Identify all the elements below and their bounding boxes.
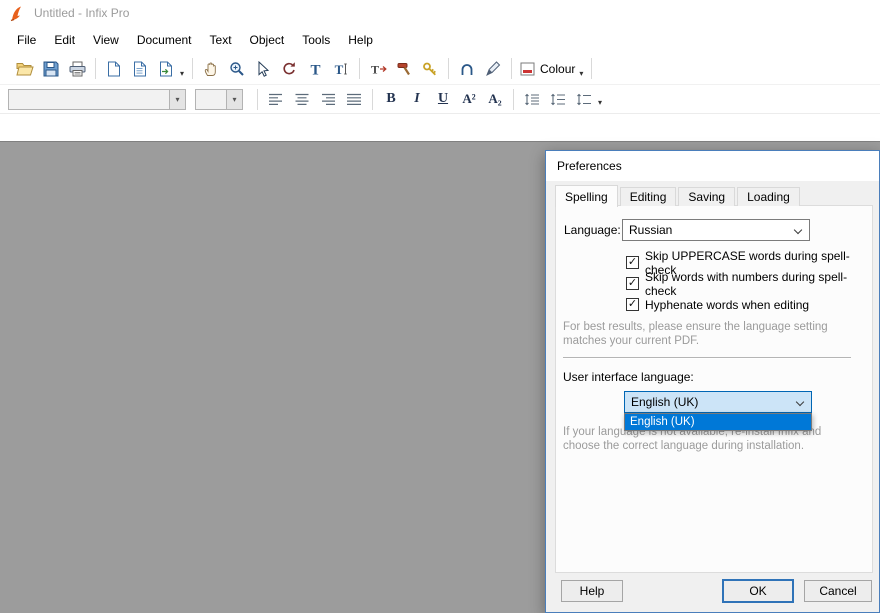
colour-button-label: Colour [540,62,575,76]
chevron-down-icon [794,226,802,234]
menu-file[interactable]: File [8,28,45,52]
menu-tools[interactable]: Tools [293,28,339,52]
format-toolbar: ▾ ▾ B I U A² A₂ ▾ [0,85,880,114]
align-left-icon[interactable] [263,86,289,112]
text-edit-tool-icon[interactable]: T [328,56,354,82]
align-right-icon[interactable] [315,86,341,112]
window-titlebar[interactable]: Untitled - Infix Pro [0,0,880,26]
dialog-title: Preferences [557,159,622,173]
ui-language-value: English (UK) [631,395,698,409]
checkbox-checked-icon[interactable]: ✓ [626,298,639,311]
zoom-tool-icon[interactable] [224,56,250,82]
colour-button[interactable]: Colour [517,56,578,82]
open-recent-icon[interactable] [127,56,153,82]
text-tool-icon[interactable]: T [302,56,328,82]
language-value: Russian [629,223,672,237]
menu-text[interactable]: Text [201,28,241,52]
divider [563,357,851,359]
arc-tool-icon[interactable] [454,56,480,82]
ui-language-dropdown: English (UK) [624,413,812,431]
svg-text:T: T [310,62,320,77]
toolbar-separator [591,58,592,79]
dropdown-option-english-uk[interactable]: English (UK) [625,414,811,430]
hand-tool-icon[interactable] [198,56,224,82]
app-logo-icon [8,5,25,22]
toolbar-separator [448,58,449,79]
toolbar-separator [192,58,193,79]
ui-language-select[interactable]: English (UK) [624,391,812,413]
menu-bar: File Edit View Document Text Object Tool… [0,26,880,53]
chevron-down-icon[interactable]: ▾ [579,69,583,78]
new-document-icon[interactable] [101,56,127,82]
cancel-button[interactable]: Cancel [804,580,872,602]
print-icon[interactable] [64,56,90,82]
superscript-button[interactable]: A² [456,87,482,111]
checkbox-checked-icon[interactable]: ✓ [626,277,639,290]
rotate-view-icon[interactable] [276,56,302,82]
bold-button[interactable]: B [378,87,404,111]
checkbox-skip-uppercase[interactable]: ✓ Skip UPPERCASE words during spell-chec… [626,254,872,271]
tab-saving[interactable]: Saving [678,187,735,206]
menu-document[interactable]: Document [128,28,201,52]
underline-button[interactable]: U [430,87,456,111]
align-justify-icon[interactable] [341,86,367,112]
tab-spelling[interactable]: Spelling [555,185,618,207]
spelling-tab-panel: Language: Russian ✓ Skip UPPERCASE words… [555,205,873,573]
align-center-icon[interactable] [289,86,315,112]
subscript-button[interactable]: A₂ [482,87,508,111]
stamp-tool-icon[interactable] [391,56,417,82]
font-family-select[interactable]: ▾ [8,89,186,110]
pen-tool-icon[interactable] [480,56,506,82]
tab-bar: Spelling Editing Saving Loading [555,185,800,206]
checkbox-checked-icon[interactable]: ✓ [626,256,639,269]
select-tool-icon[interactable] [250,56,276,82]
main-toolbar: ▾ T T T Colour ▾ [0,53,880,85]
line-spacing-15-icon[interactable] [545,86,571,112]
window-title: Untitled - Infix Pro [34,6,129,20]
colour-swatch-icon [520,62,535,76]
toolbar-separator [95,58,96,79]
menu-edit[interactable]: Edit [45,28,84,52]
open-icon[interactable] [12,56,38,82]
checkbox-label: Hyphenate words when editing [645,298,809,312]
toolbar-separator [511,58,512,79]
export-pdf-icon[interactable] [153,56,179,82]
menu-object[interactable]: Object [241,28,294,52]
ui-language-label: User interface language: [563,370,694,384]
checkbox-skip-numbers[interactable]: ✓ Skip words with numbers during spell-c… [626,275,872,292]
language-select[interactable]: Russian [622,219,810,241]
chevron-down-icon[interactable]: ▾ [598,98,602,107]
chevron-down-icon[interactable]: ▾ [226,90,242,109]
fit-text-icon[interactable]: T [365,56,391,82]
toolbar-separator [257,89,258,110]
save-icon[interactable] [38,56,64,82]
menu-help[interactable]: Help [339,28,382,52]
language-label: Language: [564,223,621,237]
checkbox-label: Skip words with numbers during spell-che… [645,270,872,298]
help-button[interactable]: Help [561,580,623,602]
permissions-key-icon[interactable] [417,56,443,82]
chevron-down-icon[interactable]: ▾ [169,90,185,109]
tab-loading[interactable]: Loading [737,187,800,206]
line-spacing-single-icon[interactable] [519,86,545,112]
font-size-select[interactable]: ▾ [195,89,243,110]
dialog-titlebar[interactable]: Preferences [546,151,879,181]
italic-button[interactable]: I [404,87,430,111]
tab-editing[interactable]: Editing [620,187,677,206]
chevron-down-icon[interactable]: ▾ [180,69,184,78]
menu-view[interactable]: View [84,28,128,52]
svg-text:T: T [335,62,344,77]
toolbar-separator [513,89,514,110]
line-spacing-double-icon[interactable] [571,86,597,112]
preferences-dialog: Preferences Spelling Editing Saving Load… [545,150,880,613]
toolbar-separator [372,89,373,110]
ok-button[interactable]: OK [722,579,794,603]
chevron-down-icon [796,398,804,406]
language-note: For best results, please ensure the lang… [563,320,858,348]
svg-text:T: T [371,62,379,76]
toolbar-separator [359,58,360,79]
checkbox-hyphenate[interactable]: ✓ Hyphenate words when editing [626,296,809,313]
